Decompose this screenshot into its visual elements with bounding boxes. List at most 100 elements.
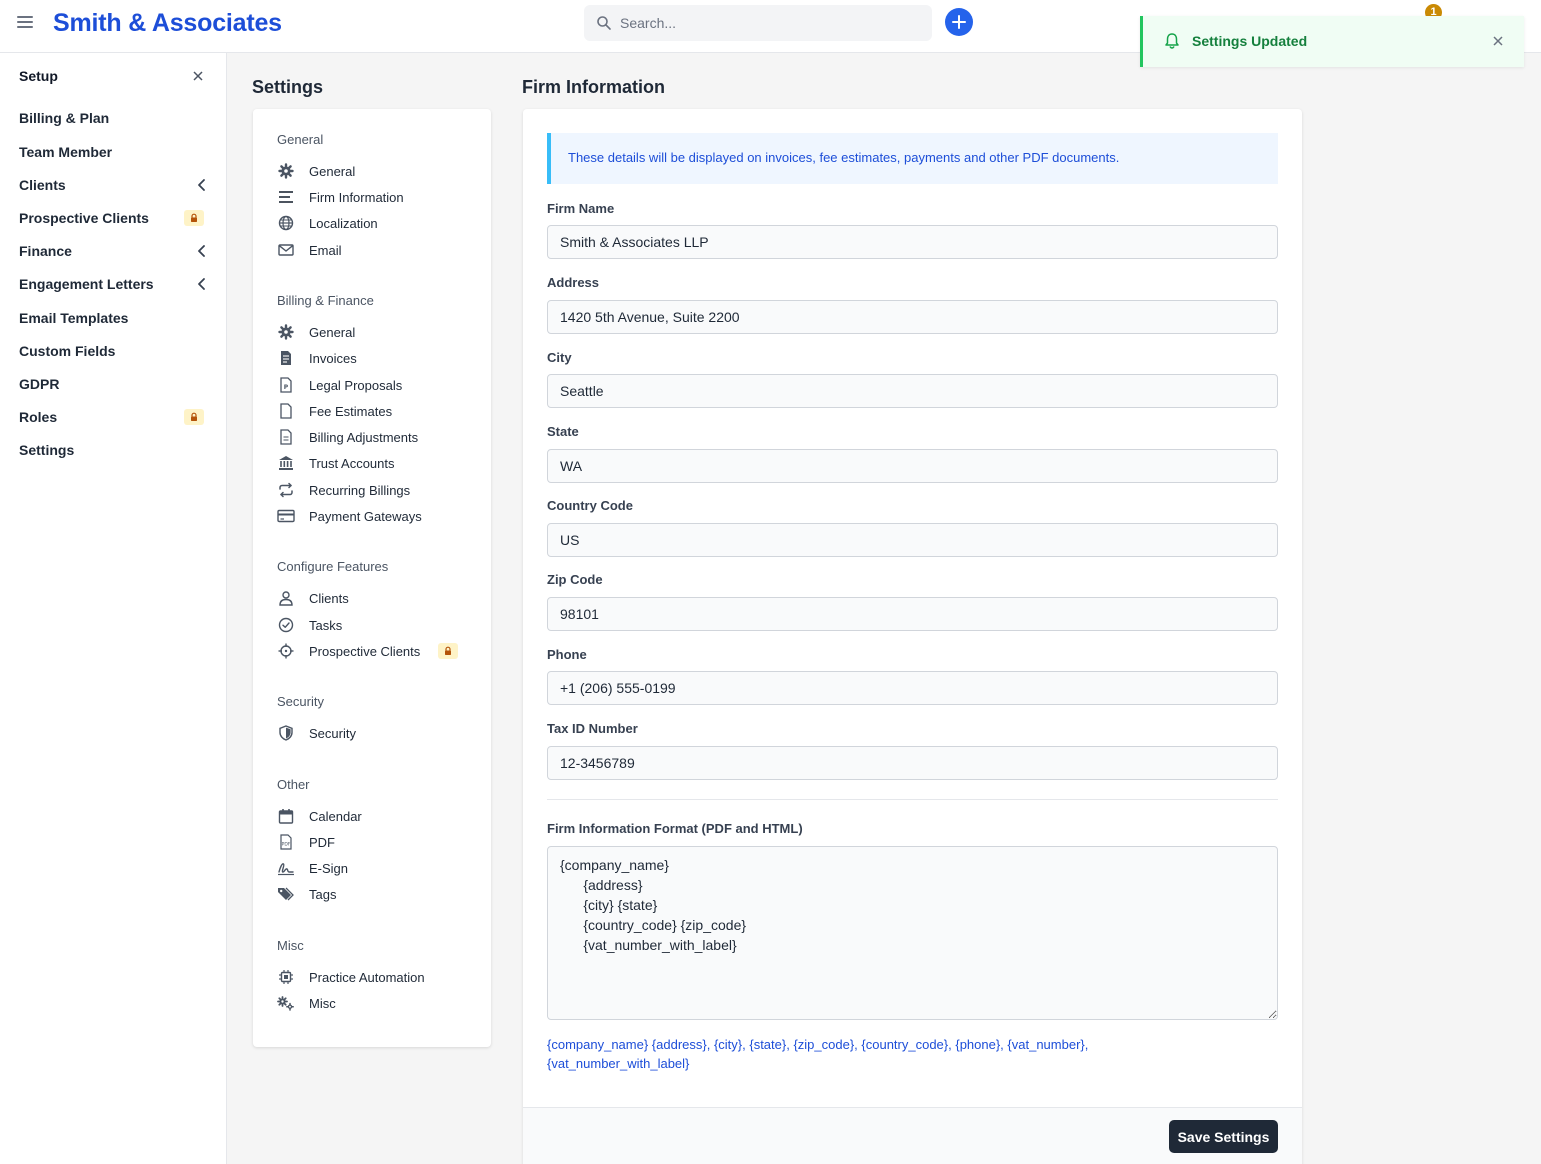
nav-item-billing-general[interactable]: General	[277, 321, 477, 343]
save-settings-button[interactable]: Save Settings	[1169, 1120, 1278, 1153]
state-label: State	[547, 424, 579, 439]
nav-item-payment-gateways[interactable]: Payment Gateways	[277, 505, 477, 527]
zip-code-input[interactable]	[547, 597, 1278, 631]
sidebar-item-billing-plan[interactable]: Billing & Plan	[19, 106, 209, 130]
lock-icon	[184, 210, 204, 226]
firm-name-input[interactable]	[547, 225, 1278, 259]
nav-item-label: Legal Proposals	[309, 377, 403, 393]
nav-item-label: Fee Estimates	[309, 403, 393, 419]
chip-icon	[277, 968, 295, 986]
brand-title[interactable]: Smith & Associates	[53, 9, 282, 38]
nav-group-label: Billing & Finance	[277, 293, 374, 308]
chevron-left-icon	[198, 278, 205, 290]
nav-item-label: Misc	[309, 995, 336, 1011]
city-label: City	[547, 350, 572, 365]
add-button[interactable]	[945, 8, 973, 36]
sidebar-item-label: Billing & Plan	[19, 110, 110, 126]
credit-card-icon	[277, 507, 295, 525]
nav-item-recurring-billings[interactable]: Recurring Billings	[277, 479, 477, 501]
sidebar-item-clients[interactable]: Clients	[19, 173, 209, 197]
city-input[interactable]	[547, 374, 1278, 408]
nav-item-label: Calendar	[309, 808, 362, 824]
sidebar-item-custom-fields[interactable]: Custom Fields	[19, 339, 209, 363]
phone-label: Phone	[547, 647, 587, 662]
nav-item-tags[interactable]: Tags	[277, 883, 477, 905]
nav-item-label: Tags	[309, 886, 337, 902]
nav-item-general[interactable]: General	[277, 160, 477, 182]
toast-notification: Settings Updated	[1140, 16, 1524, 67]
chevron-left-icon	[198, 245, 205, 257]
nav-item-misc[interactable]: Misc	[277, 992, 477, 1014]
sidebar-item-settings[interactable]: Settings	[19, 438, 209, 462]
sidebar-item-email-templates[interactable]: Email Templates	[19, 306, 209, 330]
nav-item-e-sign[interactable]: E-Sign	[277, 857, 477, 879]
sidebar-item-engagement-letters[interactable]: Engagement Letters	[19, 272, 209, 296]
nav-item-security[interactable]: Security	[277, 722, 477, 744]
nav-item-firm-information[interactable]: Firm Information	[277, 186, 477, 208]
search-icon	[597, 16, 611, 30]
nav-item-invoices[interactable]: Invoices	[277, 347, 477, 369]
tax-id-input[interactable]	[547, 746, 1278, 780]
country-code-input[interactable]	[547, 523, 1278, 557]
bell-icon	[1165, 33, 1179, 49]
nav-item-calendar[interactable]: Calendar	[277, 805, 477, 827]
phone-input[interactable]	[547, 671, 1278, 705]
nav-item-prospective-clients[interactable]: Prospective Clients	[277, 640, 477, 662]
country-code-label: Country Code	[547, 498, 633, 513]
zip-code-label: Zip Code	[547, 572, 603, 587]
search-input[interactable]	[620, 5, 920, 41]
nav-item-practice-automation[interactable]: Practice Automation	[277, 966, 477, 988]
sidebar-item-label: Team Member	[19, 144, 113, 160]
user-icon	[277, 589, 295, 607]
search-bar[interactable]	[584, 5, 932, 41]
crosshair-icon	[277, 642, 295, 660]
sidebar-item-roles[interactable]: Roles	[19, 405, 209, 429]
nav-group-label: Configure Features	[277, 559, 389, 574]
chevron-left-icon	[198, 179, 205, 191]
sidebar-item-prospective-clients[interactable]: Prospective Clients	[19, 206, 209, 230]
sidebar-title: Setup	[19, 68, 58, 84]
address-input[interactable]	[547, 300, 1278, 334]
firm-name-label: Firm Name	[547, 201, 615, 216]
pdf-icon: PDF	[277, 833, 295, 851]
gears-icon	[277, 994, 295, 1012]
nav-item-tasks[interactable]: Tasks	[277, 614, 477, 636]
shield-icon	[277, 724, 295, 742]
nav-item-legal-proposals[interactable]: P Legal Proposals	[277, 374, 477, 396]
state-input[interactable]	[547, 449, 1278, 483]
close-icon[interactable]	[191, 69, 205, 83]
placeholder-line[interactable]: {vat_number_with_label}	[547, 1054, 1278, 1073]
placeholder-line[interactable]: {company_name} {address}, {city}, {state…	[547, 1035, 1278, 1054]
nav-item-label: E-Sign	[309, 860, 349, 876]
format-textarea[interactable]: {company_name} {address} {city} {state} …	[547, 846, 1278, 1020]
lines-icon	[277, 188, 295, 206]
nav-group-label: General	[277, 132, 324, 147]
nav-item-label: Practice Automation	[309, 969, 425, 985]
nav-item-billing-adjustments[interactable]: Billing Adjustments	[277, 426, 477, 448]
nav-item-label: Recurring Billings	[309, 482, 411, 498]
nav-item-pdf[interactable]: PDF PDF	[277, 831, 477, 853]
placeholder-list: {company_name} {address}, {city}, {state…	[547, 1035, 1278, 1073]
sidebar-item-label: Custom Fields	[19, 343, 116, 359]
firm-information-form: These details will be displayed on invoi…	[523, 109, 1302, 1164]
nav-item-clients[interactable]: Clients	[277, 587, 477, 609]
nav-item-localization[interactable]: Localization	[277, 212, 477, 234]
lock-icon	[184, 409, 204, 425]
sidebar-item-gdpr[interactable]: GDPR	[19, 372, 209, 396]
close-icon[interactable]	[1490, 33, 1506, 49]
signature-icon	[277, 859, 295, 877]
nav-item-email[interactable]: Email	[277, 239, 477, 261]
nav-item-label: Localization	[309, 215, 378, 231]
nav-item-fee-estimates[interactable]: Fee Estimates	[277, 400, 477, 422]
hamburger-menu-icon[interactable]	[17, 16, 33, 30]
sidebar-item-finance[interactable]: Finance	[19, 239, 209, 263]
tax-id-label: Tax ID Number	[547, 721, 638, 736]
sidebar-item-label: Finance	[19, 243, 72, 259]
nav-item-label: Billing Adjustments	[309, 429, 419, 445]
nav-item-label: Prospective Clients	[309, 643, 421, 659]
sidebar-item-team-member[interactable]: Team Member	[19, 140, 209, 164]
nav-item-trust-accounts[interactable]: Trust Accounts	[277, 452, 477, 474]
gear-icon	[277, 323, 295, 341]
nav-item-label: Trust Accounts	[309, 455, 395, 471]
envelope-icon	[277, 241, 295, 259]
